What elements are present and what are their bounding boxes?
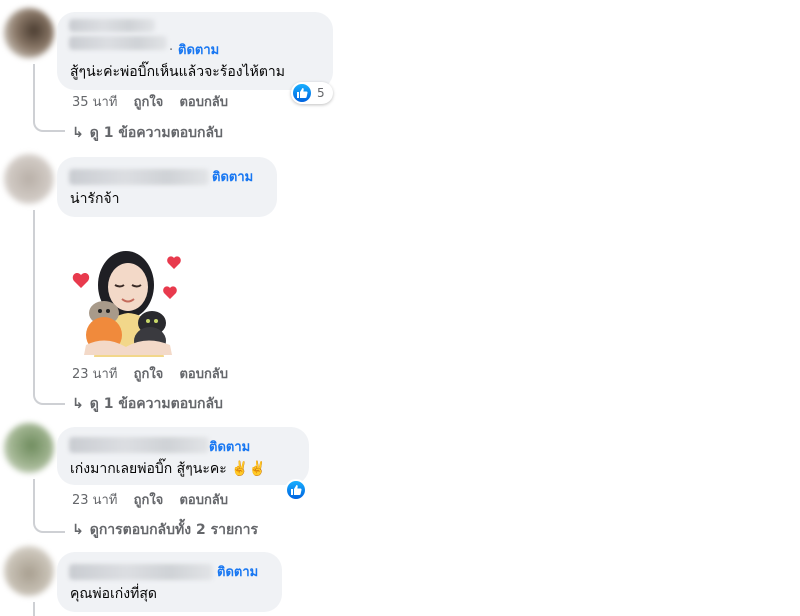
comment-time[interactable]: 35 นาที — [72, 95, 117, 110]
view-replies-label: ดู 1 ข้อความตอบกลับ — [89, 396, 223, 412]
comment-time[interactable]: 23 นาที — [72, 367, 117, 382]
thread-connector — [33, 479, 65, 533]
reply-arrow-icon: ↳ — [72, 396, 84, 412]
commenter-name[interactable] — [69, 36, 167, 50]
follow-button[interactable]: ติดตาม — [217, 565, 258, 581]
comment-actions: 35 นาที ถูกใจ ตอบกลับ — [72, 95, 240, 111]
comment-bubble: ติดตาม คุณพ่อเก่งที่สุด — [57, 552, 282, 612]
like-reaction-icon — [291, 82, 313, 104]
like-button[interactable]: ถูกใจ — [134, 367, 164, 382]
avatar[interactable] — [4, 8, 54, 58]
reply-button[interactable]: ตอบกลับ — [179, 493, 228, 508]
reply-button[interactable]: ตอบกลับ — [179, 367, 228, 382]
reply-button[interactable]: ตอบกลับ — [179, 95, 228, 110]
comment-text: น่ารักจ้า — [70, 191, 120, 207]
comment-text: คุณพ่อเก่งที่สุด — [70, 586, 157, 602]
commenter-name[interactable] — [69, 169, 209, 185]
sticker-image[interactable] — [60, 245, 190, 360]
commenter-name[interactable] — [69, 19, 155, 32]
follow-button[interactable]: ติดตาม — [212, 170, 253, 186]
commenter-name[interactable] — [69, 437, 209, 453]
comment-time[interactable]: 23 นาที — [72, 493, 117, 508]
reaction-count: 5 — [317, 86, 325, 100]
comment-bubble: ติดตาม เก่งมากเลยพ่อบิ๊ก สู้ๆนะคะ ✌️✌️ — [57, 427, 309, 485]
comment-text: เก่งมากเลยพ่อบิ๊ก สู้ๆนะคะ ✌️✌️ — [70, 461, 267, 477]
avatar[interactable] — [4, 546, 54, 596]
follow-button[interactable]: ติดตาม — [209, 440, 250, 456]
comment-bubble: · ติดตาม สู้ๆน่ะค่ะพ่อบิ๊กเห็นแล้วจะร้อง… — [57, 12, 333, 90]
comment-text: สู้ๆน่ะค่ะพ่อบิ๊กเห็นแล้วจะร้องไห้ตาม — [70, 64, 286, 80]
view-replies-link[interactable]: ↳ ดู 1 ข้อความตอบกลับ — [72, 124, 223, 142]
peace-sign-emoji: ✌️✌️ — [231, 461, 267, 477]
view-replies-label: ดู 1 ข้อความตอบกลับ — [89, 125, 223, 141]
avatar[interactable] — [4, 154, 54, 204]
like-reaction-icon[interactable] — [285, 479, 307, 501]
follow-button[interactable]: ติดตาม — [178, 43, 219, 59]
commenter-name[interactable] — [69, 564, 213, 580]
like-button[interactable]: ถูกใจ — [134, 95, 164, 110]
view-replies-link[interactable]: ↳ ดูการตอบกลับทั้ง 2 รายการ — [72, 521, 258, 539]
view-replies-label: ดูการตอบกลับทั้ง 2 รายการ — [89, 522, 259, 538]
reply-arrow-icon: ↳ — [72, 522, 84, 538]
comment-actions: 23 นาที ถูกใจ ตอบกลับ — [72, 367, 240, 383]
comment-actions: 23 นาที ถูกใจ ตอบกลับ — [72, 493, 240, 509]
reply-arrow-icon: ↳ — [72, 125, 84, 141]
comment-bubble: ติดตาม น่ารักจ้า — [57, 157, 277, 217]
follow-button[interactable]: · — [169, 43, 173, 59]
view-replies-link[interactable]: ↳ ดู 1 ข้อความตอบกลับ — [72, 395, 223, 413]
avatar[interactable] — [4, 423, 54, 473]
reaction-summary[interactable]: 5 — [291, 82, 333, 104]
like-button[interactable]: ถูกใจ — [134, 493, 164, 508]
thread-line — [33, 602, 35, 616]
